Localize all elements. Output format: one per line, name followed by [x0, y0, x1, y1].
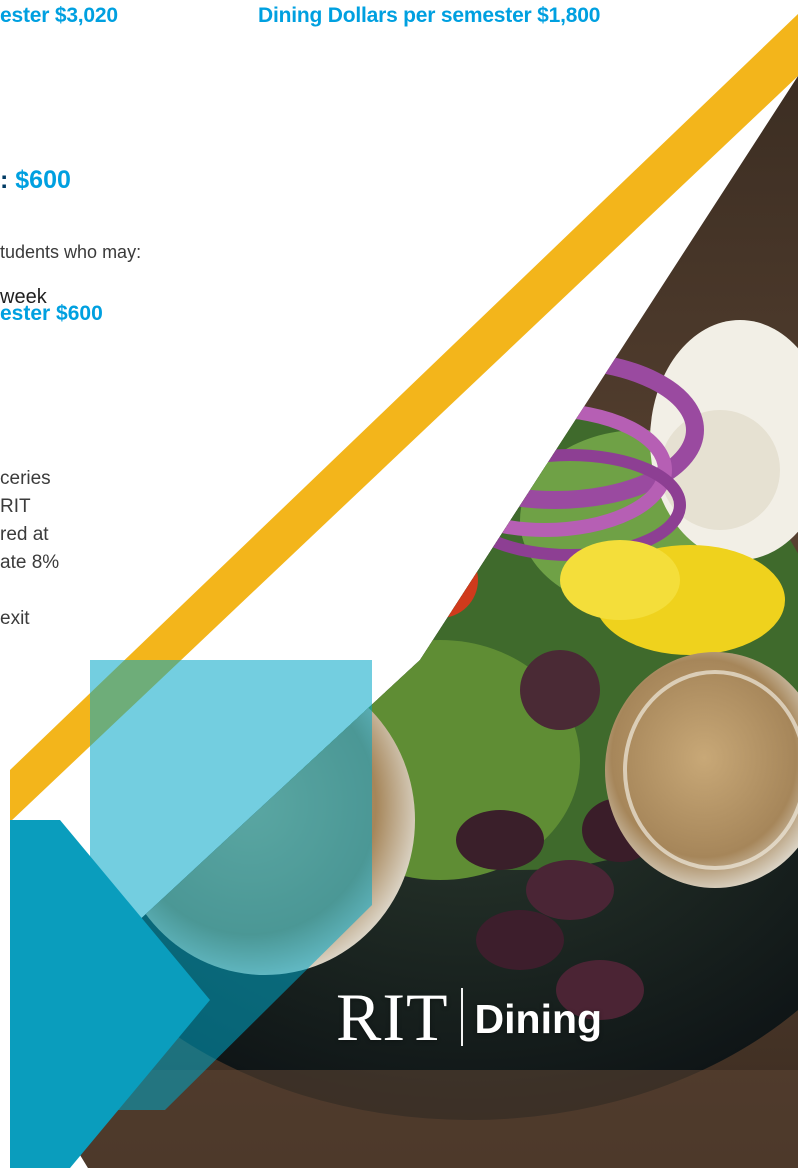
logo-dining-wordmark: Dining	[474, 995, 603, 1042]
rit-dining-logo: RIT Dining	[336, 982, 602, 1052]
logo-divider	[460, 988, 463, 1046]
logo-rit-wordmark: RIT	[336, 979, 449, 1055]
